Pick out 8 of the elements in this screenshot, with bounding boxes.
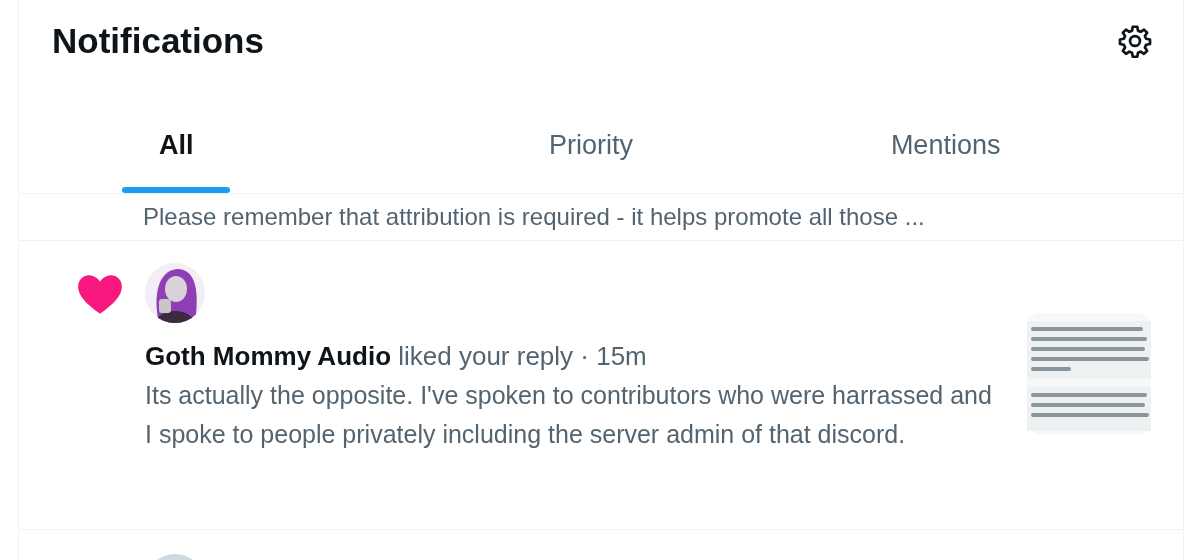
tab[interactable]: Priority	[413, 100, 769, 193]
page-title: Notifications	[52, 21, 264, 61]
notification-text: Please remember that attribution is required - it helps promote all those ...	[143, 203, 925, 231]
tab[interactable]: Mentions	[768, 100, 1123, 193]
settings-icon[interactable]	[1117, 23, 1153, 59]
notification-header: Goth Mommy Audio liked your reply · 15m	[145, 341, 648, 372]
notification-text: Its actually the opposite. I've spoken to contributors who were harrassed and I spoke to people privately including the server admin of that discord.	[145, 380, 993, 450]
tab[interactable]: All	[122, 100, 231, 193]
